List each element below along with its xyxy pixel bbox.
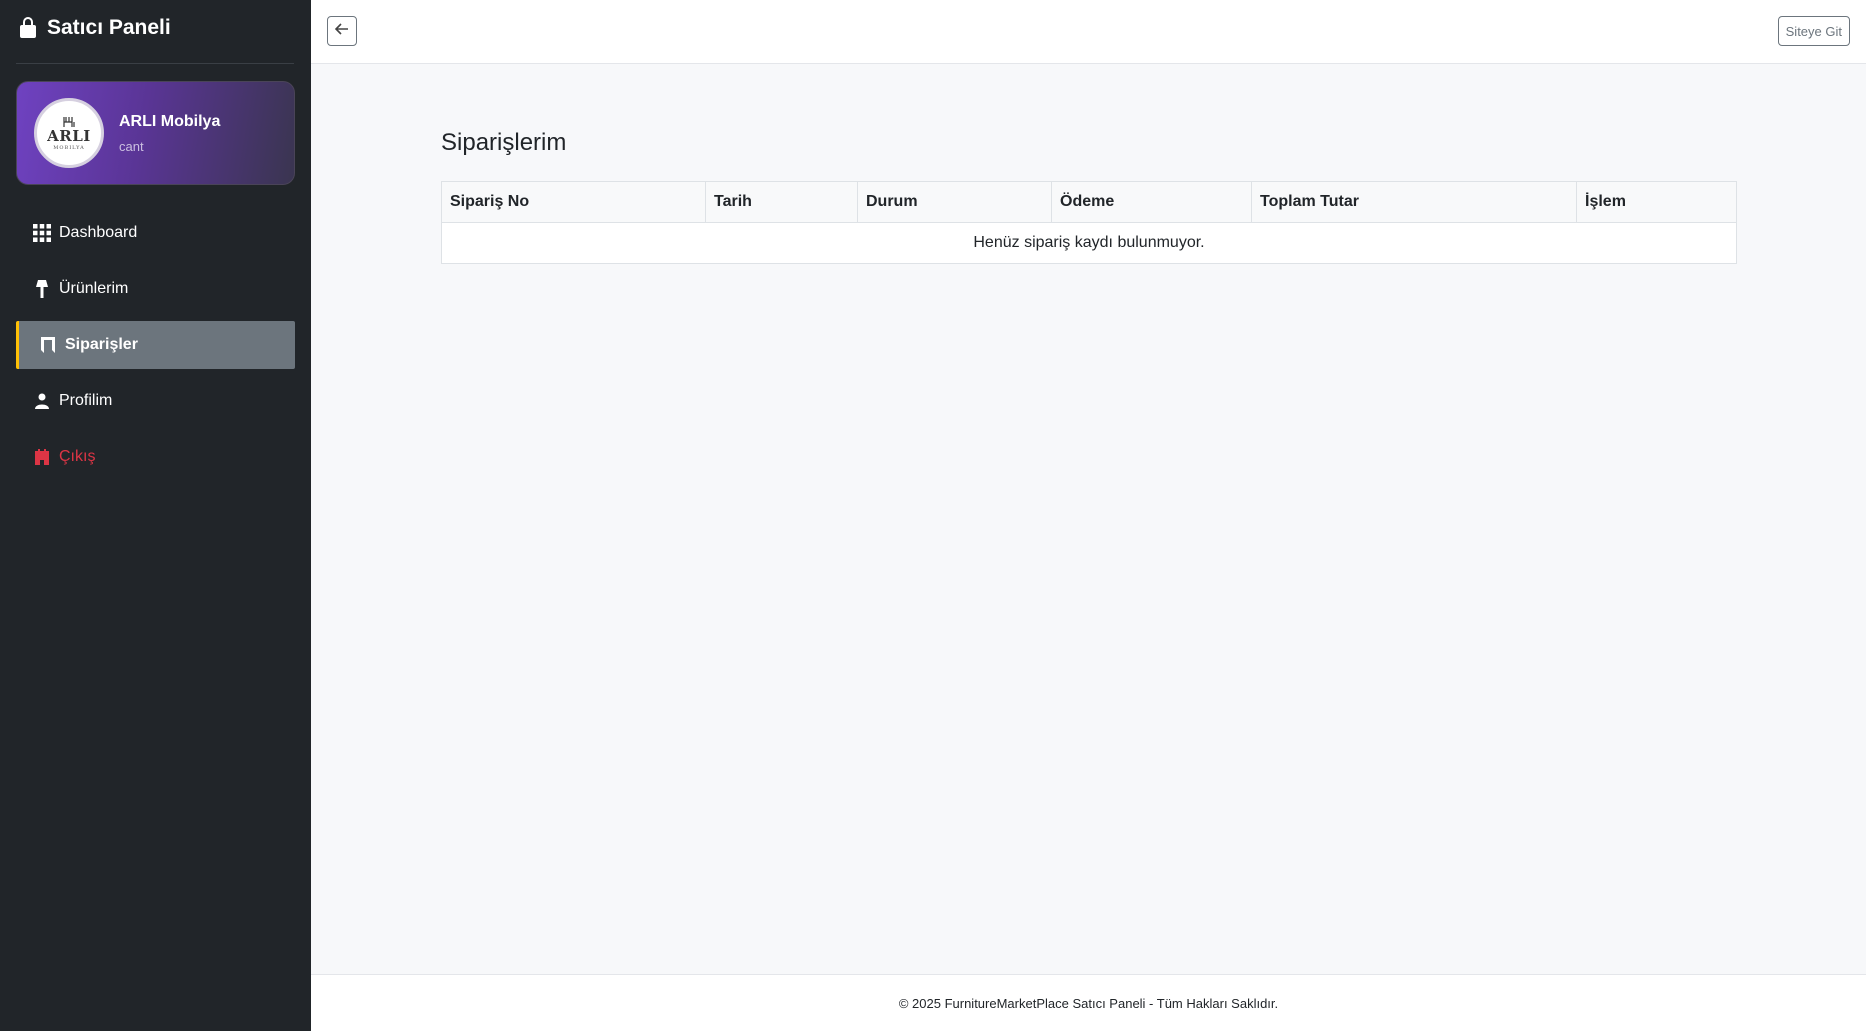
table-row: Henüz sipariş kaydı bulunmuyor.: [441, 222, 1737, 264]
lamp-icon: [33, 280, 51, 298]
footer-text: © 2025 FurnitureMarketPlace Satıcı Panel…: [898, 995, 1279, 1011]
logo-text: ARLI: [47, 127, 91, 145]
page-title: Siparişlerim: [441, 129, 567, 156]
column-header-total: Toplam Tutar: [1251, 181, 1577, 223]
bag-icon: [19, 17, 37, 39]
grid-icon: [33, 224, 51, 242]
column-header-date: Tarih: [705, 181, 858, 223]
sidebar-item-orders[interactable]: Siparişler: [16, 321, 295, 369]
profile-name: ARLI Mobilya: [119, 112, 221, 130]
sidebar: Satıcı Paneli ARLI MOBILYA ARLI Mobilya …: [0, 0, 311, 1031]
go-to-site-button[interactable]: Siteye Git: [1777, 16, 1850, 46]
sidebar-item-products[interactable]: Ürünlerim: [16, 265, 295, 313]
sidebar-item-logout[interactable]: Çıkış: [16, 433, 295, 481]
brand[interactable]: Satıcı Paneli: [19, 12, 171, 44]
sidebar-divider: [16, 63, 294, 64]
sidebar-nav: Dashboard Ürünlerim Siparişler Profilim …: [16, 209, 295, 489]
chair-logo-icon: [62, 115, 76, 127]
empty-message: Henüz sipariş kaydı bulunmuyor.: [441, 222, 1737, 264]
back-button[interactable]: [327, 16, 357, 46]
column-header-order-no: Sipariş No: [441, 181, 706, 223]
sidebar-item-profile[interactable]: Profilim: [16, 377, 295, 425]
sidebar-item-label: Ürünlerim: [59, 280, 129, 297]
sidebar-item-label: Profilim: [59, 392, 113, 409]
column-header-action: İşlem: [1576, 181, 1737, 223]
arrow-left-icon: [334, 22, 349, 40]
orders-table-wrapper: Sipariş No Tarih Durum Ödeme Toplam Tuta…: [441, 181, 1737, 264]
avatar: ARLI MOBILYA: [34, 98, 104, 168]
main-content: Siparişlerim Sipariş No Tarih Durum Ödem…: [311, 64, 1866, 974]
profile-card: ARLI MOBILYA ARLI Mobilya cant: [16, 81, 295, 185]
orders-table: Sipariş No Tarih Durum Ödeme Toplam Tuta…: [441, 181, 1737, 264]
profile-username: cant: [119, 138, 144, 154]
logo-subtext: MOBILYA: [53, 145, 85, 151]
sidebar-item-label: Siparişler: [65, 336, 138, 353]
column-header-status: Durum: [857, 181, 1052, 223]
sidebar-item-dashboard[interactable]: Dashboard: [16, 209, 295, 257]
column-header-payment: Ödeme: [1051, 181, 1252, 223]
sidebar-item-label: Dashboard: [59, 224, 138, 241]
topbar: Siteye Git: [311, 0, 1866, 64]
table-header-row: Sipariş No Tarih Durum Ödeme Toplam Tuta…: [441, 181, 1737, 223]
logout-icon: [33, 448, 51, 466]
bookmark-icon: [39, 336, 57, 354]
brand-title: Satıcı Paneli: [47, 16, 171, 39]
footer: © 2025 FurnitureMarketPlace Satıcı Panel…: [311, 974, 1866, 1031]
user-icon: [33, 392, 51, 410]
logout-label: Çıkış: [59, 448, 96, 465]
